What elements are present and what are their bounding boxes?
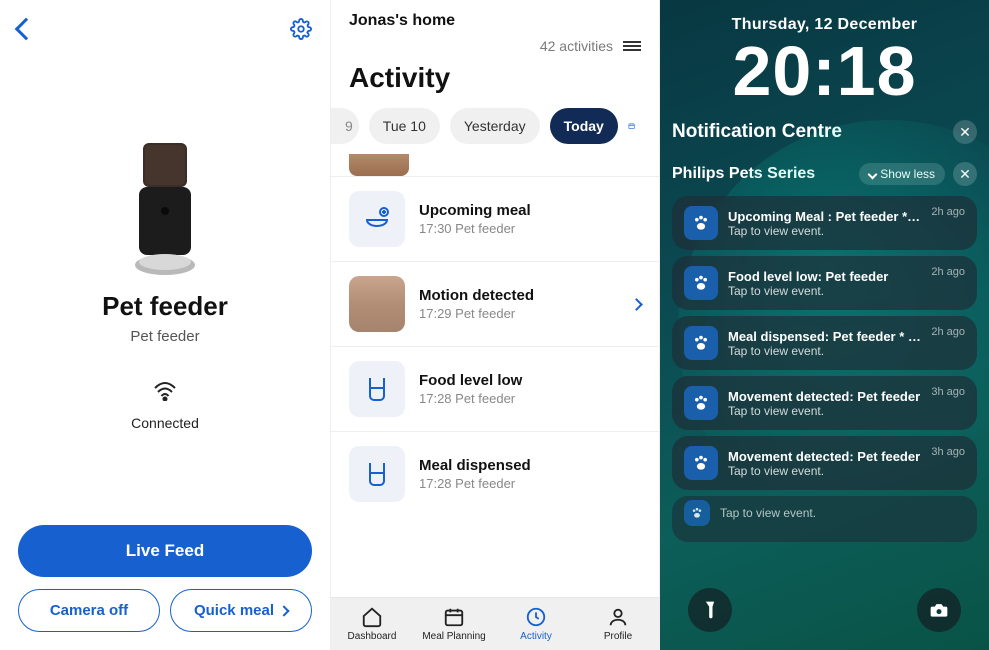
notif-title: Food level low: Pet feeder: [728, 269, 921, 284]
activity-thumb-partial[interactable]: [349, 154, 409, 176]
wifi-icon: [153, 381, 177, 401]
date-tab-yesterday[interactable]: Yesterday: [450, 108, 540, 144]
bowl-icon: [349, 191, 405, 247]
camera-off-button[interactable]: Camera off: [18, 589, 160, 632]
close-nc-button[interactable]: ✕: [953, 120, 977, 144]
notification-item[interactable]: Movement detected: Pet feederTap to view…: [672, 376, 977, 430]
tab-profile[interactable]: Profile: [577, 598, 659, 650]
device-image: [110, 135, 220, 285]
tab-dashboard[interactable]: Dashboard: [331, 598, 413, 650]
notification-item[interactable]: Movement detected: Pet feederTap to view…: [672, 436, 977, 490]
notif-sub: Tap to view event.: [728, 404, 921, 418]
notif-sub: Tap to view event.: [728, 464, 921, 478]
notif-sub: Tap to view event.: [728, 224, 921, 238]
activity-item[interactable]: Upcoming meal 17:30 Pet feeder: [331, 176, 659, 261]
activity-count: 42 activities: [540, 38, 613, 54]
notif-title: Movement detected: Pet feeder: [728, 389, 921, 404]
notification-item[interactable]: Food level low: Pet feederTap to view ev…: [672, 256, 977, 310]
cup-icon: [349, 361, 405, 417]
notif-time: 2h ago: [931, 266, 965, 278]
close-group-button[interactable]: ✕: [953, 162, 977, 186]
device-subtitle: Pet feeder: [130, 328, 199, 345]
paw-icon: [684, 206, 718, 240]
notification-centre-title: Notification Centre: [672, 121, 842, 143]
date-tab-tue10[interactable]: Tue 10: [369, 108, 440, 144]
chevron-right-icon: [278, 605, 289, 616]
chevron-down-icon: [868, 169, 878, 179]
activity-sub: 17:28 Pet feeder: [419, 476, 641, 491]
notif-time: 2h ago: [931, 326, 965, 338]
connection-status: Connected: [131, 415, 199, 431]
activity-sub: 17:28 Pet feeder: [419, 391, 641, 406]
notification-item-partial[interactable]: Tap to view event.: [672, 496, 977, 542]
show-less-button[interactable]: Show less: [859, 163, 945, 185]
motion-thumbnail: [349, 276, 405, 332]
paw-icon: [684, 266, 718, 300]
calendar-icon[interactable]: [628, 115, 635, 137]
settings-icon[interactable]: [290, 18, 312, 40]
camera-button[interactable]: [917, 588, 961, 632]
notif-app-name: Philips Pets Series: [672, 165, 851, 183]
filter-icon[interactable]: [623, 39, 641, 53]
paw-icon: [684, 386, 718, 420]
notif-time: 2h ago: [931, 206, 965, 218]
chevron-right-icon: [630, 298, 643, 311]
notif-time: 3h ago: [931, 386, 965, 398]
activity-title: Meal dispensed: [419, 457, 641, 474]
notif-sub: Tap to view event.: [728, 344, 921, 358]
live-feed-button[interactable]: Live Feed: [18, 525, 312, 577]
flashlight-button[interactable]: [688, 588, 732, 632]
tab-meal-planning[interactable]: Meal Planning: [413, 598, 495, 650]
notif-title: Movement detected: Pet feeder: [728, 449, 921, 464]
activity-title: Motion detected: [419, 287, 618, 304]
lock-time: 20:18: [672, 36, 977, 106]
activity-item[interactable]: Motion detected 17:29 Pet feeder: [331, 261, 659, 346]
paw-icon: [684, 326, 718, 360]
notification-item[interactable]: Meal dispensed: Pet feeder * sc...Tap to…: [672, 316, 977, 370]
quick-meal-button[interactable]: Quick meal: [170, 589, 312, 632]
activity-sub: 17:30 Pet feeder: [419, 221, 641, 236]
notif-sub: Tap to view event.: [720, 506, 965, 520]
back-button[interactable]: [15, 18, 38, 41]
activity-title: Upcoming meal: [419, 202, 641, 219]
paw-icon: [684, 500, 710, 526]
home-label[interactable]: Jonas's home: [331, 0, 659, 34]
paw-icon: [684, 446, 718, 480]
notif-sub: Tap to view event.: [728, 284, 921, 298]
activity-title: Food level low: [419, 372, 641, 389]
date-tab-prev[interactable]: 9: [331, 108, 359, 144]
date-tab-today[interactable]: Today: [550, 108, 618, 144]
page-title: Activity: [331, 62, 659, 108]
notif-title: Upcoming Meal : Pet feeder * 5...: [728, 209, 921, 224]
activity-sub: 17:29 Pet feeder: [419, 306, 618, 321]
notification-item[interactable]: Upcoming Meal : Pet feeder * 5...Tap to …: [672, 196, 977, 250]
cup-icon: [349, 446, 405, 502]
activity-item[interactable]: Food level low 17:28 Pet feeder: [331, 346, 659, 431]
notif-title: Meal dispensed: Pet feeder * sc...: [728, 329, 921, 344]
device-title: Pet feeder: [102, 291, 228, 322]
notif-time: 3h ago: [931, 446, 965, 458]
tab-activity[interactable]: Activity: [495, 598, 577, 650]
activity-item[interactable]: Meal dispensed 17:28 Pet feeder: [331, 431, 659, 516]
